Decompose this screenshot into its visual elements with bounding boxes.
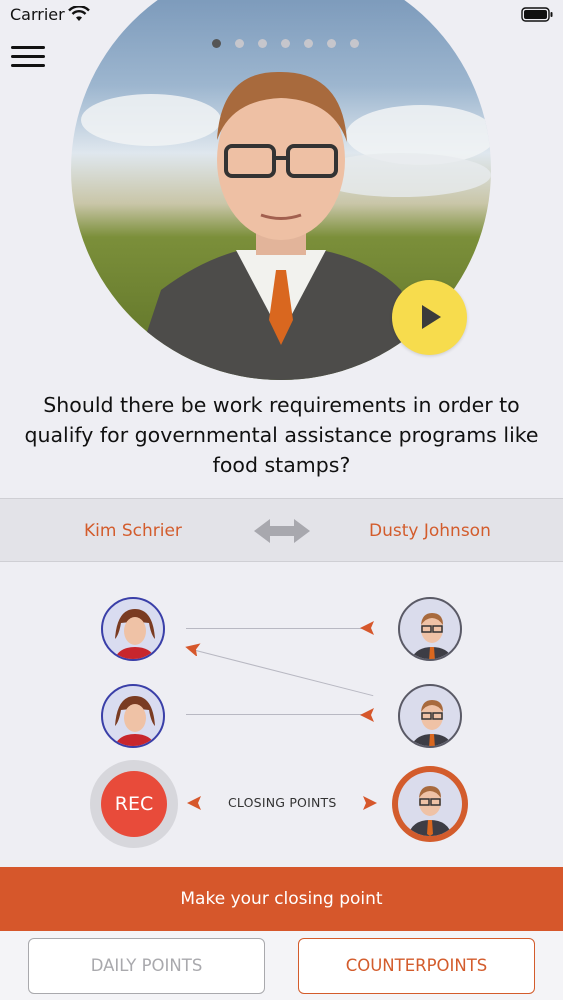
tab-daily-points[interactable]: DAILY POINTS — [28, 938, 265, 994]
page-dot[interactable] — [304, 39, 313, 48]
page-indicator — [212, 39, 359, 48]
candidate-matchup: Kim Schrier Dusty Johnson — [0, 498, 563, 562]
record-button[interactable]: REC — [90, 760, 178, 848]
right-candidate-avatar[interactable] — [398, 597, 462, 661]
closing-candidate-avatar[interactable] — [392, 766, 468, 842]
tab-counterpoints[interactable]: COUNTERPOINTS — [298, 938, 535, 994]
question-text: Should there be work requirements in ord… — [24, 393, 539, 477]
flow-line — [186, 714, 362, 715]
arrow-left-icon — [360, 708, 374, 722]
closing-point-button[interactable]: Make your closing point — [0, 867, 563, 931]
arrow-left-icon — [187, 796, 201, 810]
right-candidate-avatar[interactable] — [398, 684, 462, 748]
page-dot[interactable] — [350, 39, 359, 48]
right-candidate-name[interactable]: Dusty Johnson — [369, 521, 491, 541]
record-label: REC — [101, 771, 167, 837]
double-arrow-icon[interactable] — [254, 517, 310, 545]
play-icon — [422, 305, 441, 329]
arrow-right-icon — [363, 796, 377, 810]
flow-line — [186, 628, 362, 629]
arrow-left-icon — [360, 621, 374, 635]
page-dot[interactable] — [281, 39, 290, 48]
left-candidate-avatar[interactable] — [101, 597, 165, 661]
page-dot[interactable] — [212, 39, 221, 48]
arrow-left-icon — [185, 643, 201, 656]
battery-icon — [521, 7, 553, 22]
app-screen: Carrier 2:09 PM — [0, 0, 563, 1000]
page-dot[interactable] — [258, 39, 267, 48]
play-button[interactable] — [392, 280, 467, 355]
left-candidate-name[interactable]: Kim Schrier — [84, 521, 182, 541]
tab-bar: DAILY POINTS COUNTERPOINTS — [0, 931, 563, 1000]
page-dot[interactable] — [235, 39, 244, 48]
flow-line — [195, 650, 374, 697]
closing-points-label: CLOSING POINTS — [228, 795, 337, 810]
page-dot[interactable] — [327, 39, 336, 48]
left-candidate-avatar[interactable] — [101, 684, 165, 748]
menu-button[interactable] — [11, 46, 45, 72]
